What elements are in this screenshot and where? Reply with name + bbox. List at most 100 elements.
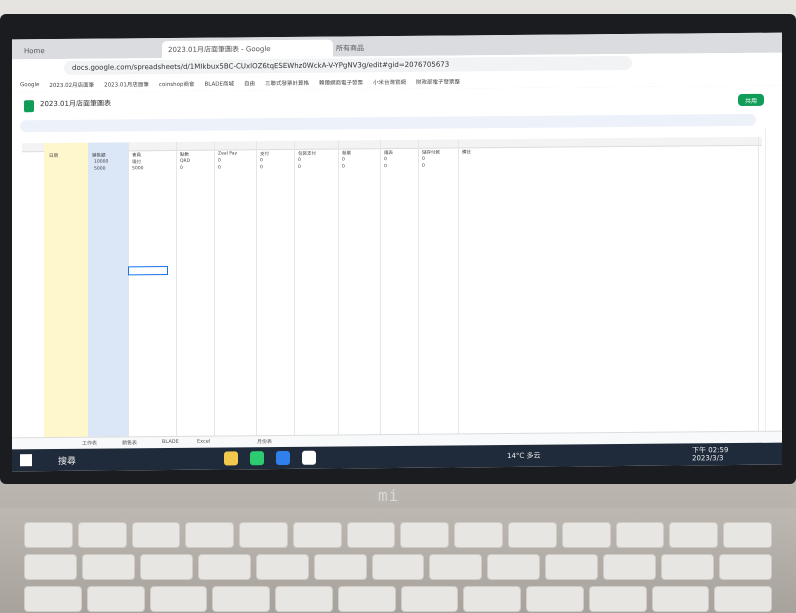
key (526, 586, 584, 612)
file-explorer-icon[interactable] (224, 451, 238, 466)
column[interactable] (458, 136, 759, 452)
column[interactable] (256, 140, 295, 454)
key (197, 554, 251, 580)
laptop-logo: mi (378, 486, 399, 505)
key (714, 586, 772, 612)
table-cell[interactable]: 0 (218, 159, 221, 164)
bookmark[interactable]: 自由 (244, 79, 255, 87)
bookmark[interactable]: 2023.02月店面筆 (49, 81, 94, 89)
tab-label: 2023.01月店面筆圖表 - Google (168, 44, 271, 54)
key (508, 522, 557, 548)
header-cell: 儀表 (384, 151, 393, 157)
key (77, 522, 127, 548)
formatting-toolbar[interactable] (20, 113, 756, 133)
key (346, 522, 396, 548)
column[interactable] (214, 141, 257, 454)
bookmark[interactable]: BLADE商城 (205, 79, 234, 87)
sheet-tab[interactable]: 月份表 (257, 438, 272, 445)
key (212, 586, 270, 612)
key (603, 554, 657, 580)
screen: Home 2023.01月店面筆圖表 - Google 所有商品 docs.go… (12, 32, 782, 472)
table-cell[interactable]: 0 (384, 157, 387, 162)
laptop-bezel: Home 2023.01月店面筆圖表 - Google 所有商品 docs.go… (0, 14, 796, 484)
header-cell: Zeal Pay (218, 151, 238, 157)
header-cell: 支付 (260, 152, 269, 158)
header-cell: 日期 (49, 153, 58, 160)
table-cell[interactable]: 5000 (132, 166, 143, 171)
table-cell[interactable]: 5000 (94, 167, 105, 172)
key (669, 522, 719, 548)
sheet-tab[interactable]: BLADE (162, 439, 179, 445)
mail-icon[interactable] (276, 450, 290, 466)
sheet-tab[interactable]: 工作表 (82, 440, 97, 447)
table-cell[interactable]: 0 (180, 166, 183, 171)
url-field[interactable]: docs.google.com/spreadsheets/d/1MIkbux5B… (64, 55, 632, 75)
tab-label: 所有商品 (336, 43, 364, 53)
bookmark[interactable]: 2023.01月店面筆 (104, 80, 149, 88)
doc-title[interactable]: 2023.01月店面筆圖表 (40, 98, 111, 109)
table-cell[interactable]: 0 (260, 158, 263, 163)
table-cell[interactable]: 0 (422, 157, 425, 162)
table-cell[interactable]: 0 (260, 165, 263, 170)
column[interactable] (380, 139, 419, 453)
key (239, 522, 288, 548)
sheet-tab[interactable]: Excel (197, 439, 210, 445)
chrome-icon[interactable] (302, 450, 316, 465)
table-cell[interactable]: 0 (384, 164, 387, 169)
brand-text: mi (378, 486, 400, 505)
sheets-logo-icon (24, 100, 34, 113)
column-sales[interactable] (88, 142, 129, 455)
key (255, 554, 309, 580)
spreadsheet-grid[interactable]: 日期 銷售額 會員 點數 Zeal Pay 支付 包裝支付 發票 儀表 儲存付款… (22, 136, 762, 456)
tab-label: Home (24, 46, 45, 55)
bookmark[interactable]: 財政部電子發票整 (416, 77, 460, 85)
header-cell: 儲存付款 (422, 150, 440, 156)
key (400, 586, 459, 612)
table-cell[interactable]: 10000 (94, 160, 108, 165)
clock-date: 2023/3/3 (692, 454, 724, 463)
table-cell[interactable]: QRD (180, 159, 190, 164)
bookmark[interactable]: 小米台灣官網 (373, 78, 406, 86)
column[interactable] (418, 139, 459, 452)
tab-sheet[interactable]: 2023.01月店面筆圖表 - Google (162, 39, 333, 59)
header-cell: 點數 (180, 152, 189, 158)
key (371, 554, 425, 580)
key (337, 586, 396, 612)
column[interactable] (338, 140, 381, 453)
tab-home[interactable]: Home (18, 41, 164, 59)
table-cell[interactable]: 0 (422, 164, 425, 169)
key (454, 522, 504, 548)
key (185, 522, 235, 548)
sheets-header: 2023.01月店面筆圖表 共用 (12, 85, 782, 135)
column[interactable] (128, 141, 177, 455)
bookmark[interactable]: 三聯式發票計算格 (265, 79, 309, 87)
taskbar-search[interactable]: 搜尋 (58, 454, 76, 467)
sheet-tab[interactable]: 銷售表 (122, 439, 137, 446)
key (487, 554, 541, 580)
tab-products[interactable]: 所有商品 (330, 38, 456, 56)
bookmark[interactable]: 賴爾網商電子發票 (319, 78, 363, 86)
key (275, 586, 333, 612)
key (149, 586, 208, 612)
bookmark[interactable]: coinshop商會 (159, 80, 195, 88)
windows-start-icon[interactable] (20, 454, 32, 467)
key (81, 554, 135, 580)
spotify-icon[interactable] (250, 451, 264, 466)
key (24, 554, 77, 580)
table-cell[interactable]: 0 (218, 166, 221, 171)
bookmark[interactable]: Google (20, 82, 39, 88)
key (719, 554, 772, 580)
table-cell[interactable]: 現付 (132, 159, 141, 165)
header-cell: 備註 (462, 150, 471, 156)
key (292, 522, 342, 548)
selected-cell[interactable] (128, 265, 168, 276)
table-cell[interactable]: 0 (342, 157, 345, 162)
table-cell[interactable]: 0 (298, 165, 301, 170)
table-cell[interactable]: 0 (342, 164, 345, 169)
column[interactable] (294, 140, 339, 453)
column-date[interactable] (44, 142, 89, 456)
table-cell[interactable]: 0 (298, 158, 301, 163)
column[interactable] (176, 141, 215, 454)
weather-readout[interactable]: 14°C 多云 (507, 451, 541, 461)
share-button[interactable]: 共用 (738, 93, 764, 107)
